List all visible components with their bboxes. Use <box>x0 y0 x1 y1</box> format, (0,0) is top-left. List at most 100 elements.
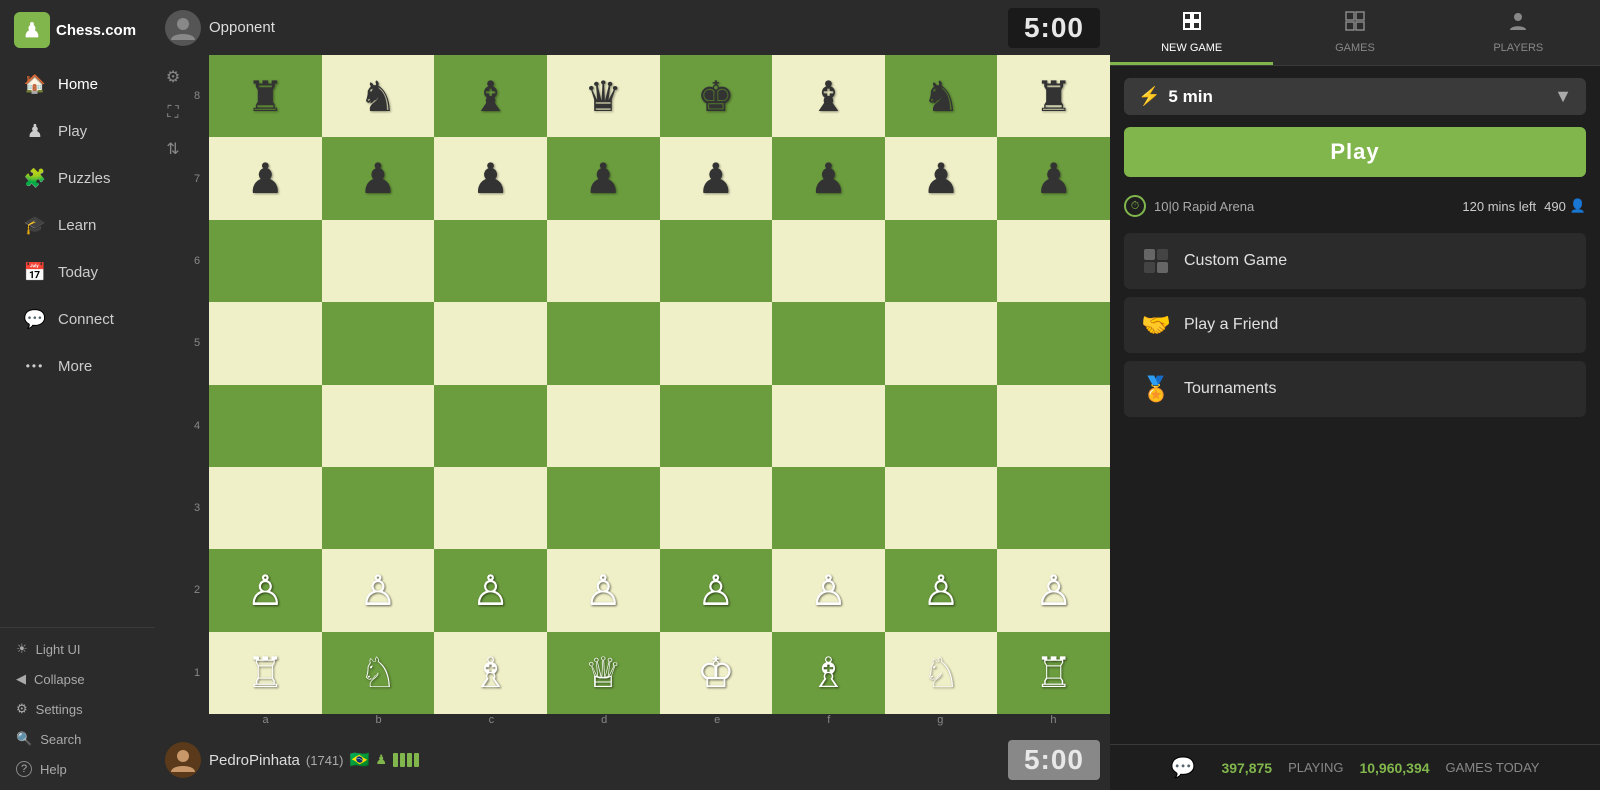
square-b3[interactable] <box>322 467 435 549</box>
sidebar-item-learn[interactable]: 🎓 Learn <box>6 202 149 248</box>
chat-icon[interactable]: 💬 <box>1171 755 1196 780</box>
square-b5[interactable] <box>322 302 435 384</box>
square-d3[interactable] <box>547 467 660 549</box>
today-icon: 📅 <box>22 259 48 285</box>
square-g5[interactable] <box>885 302 998 384</box>
play-button[interactable]: Play <box>1124 127 1586 177</box>
square-e2[interactable]: ♙ <box>660 549 773 631</box>
square-e6[interactable] <box>660 220 773 302</box>
square-a6[interactable] <box>209 220 322 302</box>
square-a2[interactable]: ♙ <box>209 549 322 631</box>
square-e1[interactable]: ♔ <box>660 632 773 714</box>
flip-board-button[interactable]: ⇅ <box>159 135 187 163</box>
square-h1[interactable]: ♖ <box>997 632 1110 714</box>
square-e7[interactable]: ♟ <box>660 137 773 219</box>
logo[interactable]: ♟ Chess.com <box>0 0 155 60</box>
sidebar-item-puzzles[interactable]: 🧩 Puzzles <box>6 155 149 201</box>
settings-button[interactable]: ⚙ Settings <box>0 694 155 724</box>
board-wrapper: ⚙ ⛶ ⇅ 8 7 6 5 4 3 2 1 ♜ ♞ <box>155 55 1110 730</box>
square-c6[interactable] <box>434 220 547 302</box>
tab-games[interactable]: GAMES <box>1273 0 1436 65</box>
square-f2[interactable]: ♙ <box>772 549 885 631</box>
square-c2[interactable]: ♙ <box>434 549 547 631</box>
settings-board-button[interactable]: ⚙ <box>159 63 187 91</box>
square-a5[interactable] <box>209 302 322 384</box>
square-f1[interactable]: ♗ <box>772 632 885 714</box>
square-h8[interactable]: ♜ <box>997 55 1110 137</box>
square-d1[interactable]: ♕ <box>547 632 660 714</box>
games-today-label: GAMES TODAY <box>1446 760 1540 775</box>
square-f7[interactable]: ♟ <box>772 137 885 219</box>
square-e4[interactable] <box>660 385 773 467</box>
square-h5[interactable] <box>997 302 1110 384</box>
square-d8[interactable]: ♛ <box>547 55 660 137</box>
square-b4[interactable] <box>322 385 435 467</box>
arena-info-left: ⏱ 10|0 Rapid Arena <box>1124 195 1254 217</box>
square-g6[interactable] <box>885 220 998 302</box>
square-b8[interactable]: ♞ <box>322 55 435 137</box>
square-g3[interactable] <box>885 467 998 549</box>
sidebar-item-home[interactable]: 🏠 Home <box>6 61 149 107</box>
square-d6[interactable] <box>547 220 660 302</box>
square-g2[interactable]: ♙ <box>885 549 998 631</box>
search-button[interactable]: 🔍 Search <box>0 724 155 754</box>
games-tab-icon <box>1344 10 1366 38</box>
sidebar-item-more[interactable]: ••• More <box>6 343 149 389</box>
square-f3[interactable] <box>772 467 885 549</box>
square-h7[interactable]: ♟ <box>997 137 1110 219</box>
square-c3[interactable] <box>434 467 547 549</box>
square-a4[interactable] <box>209 385 322 467</box>
square-e5[interactable] <box>660 302 773 384</box>
square-d7[interactable]: ♟ <box>547 137 660 219</box>
bottom-stats: 💬 397,875 PLAYING 10,960,394 GAMES TODAY <box>1110 744 1600 790</box>
square-e3[interactable] <box>660 467 773 549</box>
square-g7[interactable]: ♟ <box>885 137 998 219</box>
square-f4[interactable] <box>772 385 885 467</box>
chess-board[interactable]: ♜ ♞ ♝ ♛ ♚ ♝ ♞ ♜ ♟ ♟ ♟ ♟ ♟ ♟ ♟ ♟ <box>209 55 1110 714</box>
square-h2[interactable]: ♙ <box>997 549 1110 631</box>
square-c5[interactable] <box>434 302 547 384</box>
sidebar-item-connect[interactable]: 💬 Connect <box>6 296 149 342</box>
square-g4[interactable] <box>885 385 998 467</box>
tab-new-game[interactable]: NEW GAME <box>1110 0 1273 65</box>
fullscreen-button[interactable]: ⛶ <box>159 99 187 127</box>
custom-game-button[interactable]: Custom Game <box>1124 233 1586 289</box>
square-b7[interactable]: ♟ <box>322 137 435 219</box>
square-b1[interactable]: ♘ <box>322 632 435 714</box>
square-h4[interactable] <box>997 385 1110 467</box>
help-button[interactable]: ? Help <box>0 754 155 784</box>
square-g1[interactable]: ♘ <box>885 632 998 714</box>
square-f6[interactable] <box>772 220 885 302</box>
square-f5[interactable] <box>772 302 885 384</box>
square-a1[interactable]: ♖ <box>209 632 322 714</box>
square-h3[interactable] <box>997 467 1110 549</box>
square-c7[interactable]: ♟ <box>434 137 547 219</box>
light-ui-button[interactable]: ☀ Light UI <box>0 634 155 664</box>
player-details: PedroPinhata (1741) 🇧🇷 ♟ <box>209 750 419 770</box>
square-d4[interactable] <box>547 385 660 467</box>
square-b2[interactable]: ♙ <box>322 549 435 631</box>
square-c4[interactable] <box>434 385 547 467</box>
square-g8[interactable]: ♞ <box>885 55 998 137</box>
sidebar-item-today[interactable]: 📅 Today <box>6 249 149 295</box>
square-d2[interactable]: ♙ <box>547 549 660 631</box>
square-b6[interactable] <box>322 220 435 302</box>
play-friend-button[interactable]: 🤝 Play a Friend <box>1124 297 1586 353</box>
square-c8[interactable]: ♝ <box>434 55 547 137</box>
collapse-button[interactable]: ◀ Collapse <box>0 664 155 694</box>
time-control-selector[interactable]: ⚡ 5 min ▼ <box>1124 78 1586 115</box>
square-a8[interactable]: ♜ <box>209 55 322 137</box>
square-h6[interactable] <box>997 220 1110 302</box>
play-icon: ♟ <box>22 118 48 144</box>
tournaments-button[interactable]: 🏅 Tournaments <box>1124 361 1586 417</box>
square-c1[interactable]: ♗ <box>434 632 547 714</box>
sidebar-item-play[interactable]: ♟ Play <box>6 108 149 154</box>
opponent-timer: 5:00 <box>1008 8 1100 48</box>
square-a3[interactable] <box>209 467 322 549</box>
tab-players[interactable]: PLAYERS <box>1437 0 1600 65</box>
square-a7[interactable]: ♟ <box>209 137 322 219</box>
square-f8[interactable]: ♝ <box>772 55 885 137</box>
square-e8[interactable]: ♚ <box>660 55 773 137</box>
square-d5[interactable] <box>547 302 660 384</box>
arena-info-right: 120 mins left 490 👤 <box>1462 198 1586 214</box>
